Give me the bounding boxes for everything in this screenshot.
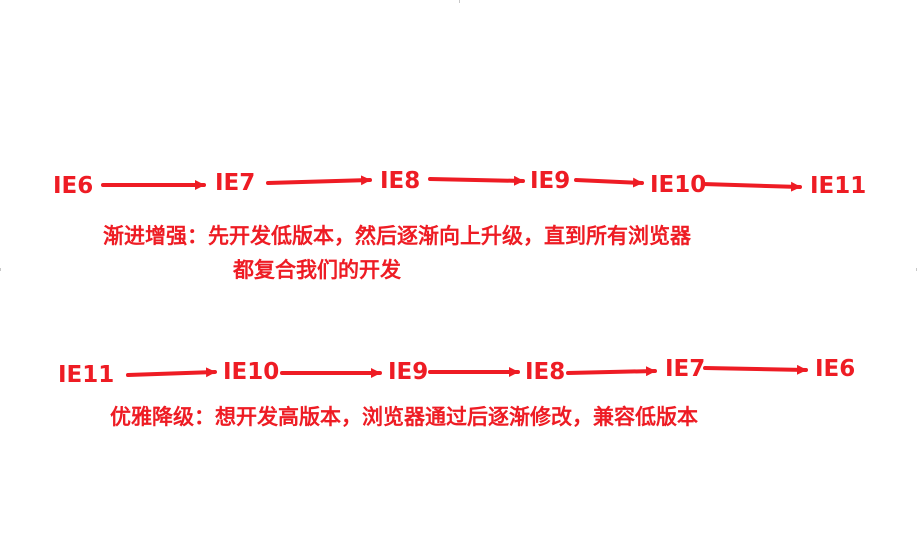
arrows-layer (101, 175, 808, 378)
arrow-ie8-ie9 (428, 175, 525, 186)
edge-mark-top (459, 0, 464, 3)
arrow-ie10-ie11 (701, 181, 802, 192)
arrow-ie8-ie7 (566, 366, 657, 377)
arrow-ie11-ie10 (126, 367, 217, 378)
arrow-ie9-ie10 (574, 177, 644, 188)
arrow-ie7-ie6 (703, 364, 808, 375)
diagram-canvas: IE6 IE7 IE8 IE9 IE10 IE11 渐进增强：先开发低版本，然后… (0, 0, 919, 544)
edge-mark-left (0, 268, 5, 271)
arrow-ie7-ie8 (266, 175, 372, 186)
